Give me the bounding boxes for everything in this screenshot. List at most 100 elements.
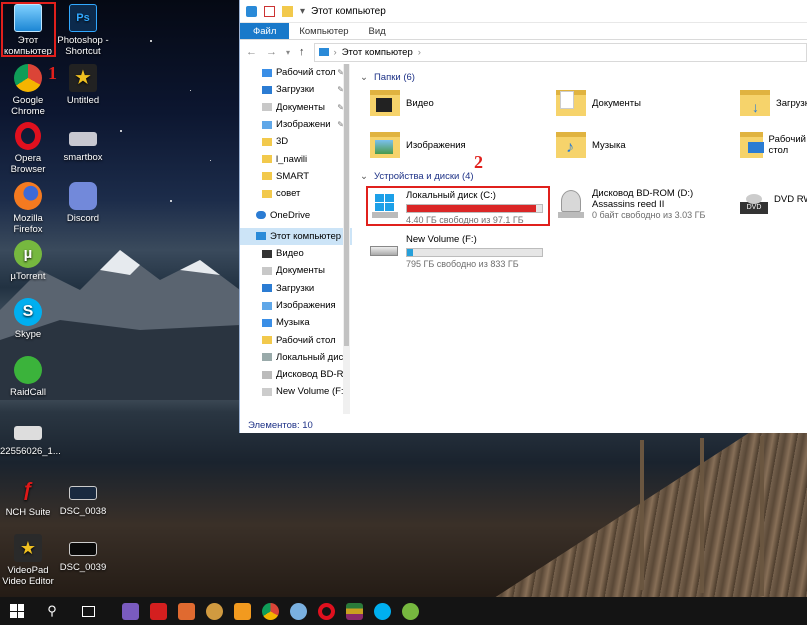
desktop-icon-label: Photoshop - Shortcut	[57, 35, 109, 57]
desktop-icon-videopad[interactable]: ★ VideoPad Video Editor	[0, 534, 56, 587]
forward-arrow-icon[interactable]: →	[266, 46, 277, 58]
desktop-icon-nch-suite[interactable]: ƒ NCH Suite	[0, 476, 56, 518]
pictures-folder-icon	[262, 301, 272, 310]
drive-c[interactable]: Локальный диск (C:) 4.40 ГБ свободно из …	[366, 186, 550, 226]
nav-item-new-volume[interactable]: New Volume (F:)	[240, 383, 352, 400]
drive-name: Локальный диск (C:)	[406, 190, 496, 201]
nav-item-desktop[interactable]: Рабочий стол ✎	[240, 64, 352, 81]
up-arrow-icon[interactable]: ↑	[299, 46, 305, 58]
drive-free-space: 0 байт свободно из 3.03 ГБ	[592, 210, 706, 220]
nav-item-onedrive[interactable]: OneDrive	[240, 206, 352, 223]
file-explorer-window: ▾ Этот компьютер Файл Компьютер Вид ← → …	[239, 0, 807, 433]
start-button[interactable]	[0, 597, 34, 625]
taskbar-app-4[interactable]	[200, 597, 228, 625]
nav-label: l_nawili	[276, 153, 308, 165]
content-pane: ⌄ Папки (6) Видео Документы ↓ Загрузки И…	[354, 64, 807, 417]
desktop-icon-skype[interactable]: S Skype	[0, 298, 56, 340]
desktop-icon-opera[interactable]: Opera Browser	[0, 122, 56, 175]
nav-item-pc-pictures[interactable]: Изображения	[240, 297, 352, 314]
nav-item-sovet[interactable]: совет	[240, 185, 352, 202]
folder-videos[interactable]: Видео	[370, 90, 434, 116]
desktop-icon-dsc-0038[interactable]: DSC_0038	[55, 480, 111, 517]
search-button[interactable]: ⚲	[34, 597, 70, 625]
nav-scrollbar-thumb[interactable]	[344, 64, 349, 346]
nav-item-smart[interactable]: SMART	[240, 168, 352, 185]
nav-label: Документы	[276, 101, 325, 113]
taskbar-utorrent[interactable]	[396, 597, 424, 625]
nav-item-local-disk[interactable]: Локальный дис	[240, 349, 352, 366]
breadcrumb-this-pc[interactable]: Этот компьютер	[342, 47, 413, 58]
utorrent-icon	[401, 602, 419, 620]
desktop-icon-dsc-0039[interactable]: DSC_0039	[55, 536, 111, 573]
tab-file[interactable]: Файл	[240, 23, 290, 39]
nav-item-3d[interactable]: 3D	[240, 133, 352, 150]
desktop-icon-photoshop[interactable]: Ps Photoshop - Shortcut	[55, 4, 111, 57]
taskbar-opera[interactable]	[312, 597, 340, 625]
properties-icon[interactable]	[264, 5, 275, 17]
taskbar-app-9[interactable]	[340, 597, 368, 625]
folder-pictures[interactable]: Изображения	[370, 132, 466, 158]
new-folder-icon[interactable]	[282, 5, 293, 17]
nav-item-pc-documents[interactable]: Документы	[240, 262, 352, 279]
skype-icon	[373, 602, 391, 620]
devices-section-header[interactable]: ⌄ Устройства и диски (4)	[360, 171, 474, 182]
nav-item-pc-desktop[interactable]: Рабочий стол	[240, 331, 352, 348]
chevron-down-icon: ⌄	[360, 72, 368, 83]
nav-item-pictures[interactable]: Изображени ✎	[240, 116, 352, 133]
nav-label: Документы	[276, 265, 325, 277]
search-icon: ⚲	[47, 603, 57, 618]
chrome-icon	[14, 64, 42, 92]
documents-folder-icon	[556, 90, 586, 116]
desktop-icon-image-file[interactable]: 22556026_1...	[0, 420, 61, 457]
folder-music[interactable]: ♪ Музыка	[556, 132, 626, 158]
desktop-icon-utorrent[interactable]: µ µTorrent	[0, 240, 56, 282]
disc-drive-icon	[262, 370, 272, 379]
drive-free-space: 4.40 ГБ свободно из 97.1 ГБ	[406, 215, 524, 225]
nav-label: Загрузки	[276, 84, 315, 96]
address-bar[interactable]: › Этот компьютер ›	[313, 42, 807, 62]
tab-computer[interactable]: Компьютер	[289, 23, 358, 39]
nav-item-this-pc[interactable]: Этот компьютер	[240, 227, 352, 245]
task-view-button[interactable]	[70, 597, 106, 625]
desktop-icon-discord[interactable]: Discord	[55, 182, 111, 224]
taskbar-app-5[interactable]	[228, 597, 256, 625]
paint-icon	[289, 602, 307, 620]
nav-item-l-nawili[interactable]: l_nawili	[240, 150, 352, 167]
folders-section-header[interactable]: ⌄ Папки (6)	[360, 72, 415, 83]
nav-item-music[interactable]: Музыка	[240, 314, 352, 331]
nav-label: Рабочий стол	[276, 67, 336, 79]
desktop-icon-firefox[interactable]: Mozilla Firefox	[0, 182, 56, 235]
drive-d[interactable]: Дисковод BD-ROM (D:) Assassins reed II 0…	[556, 188, 726, 220]
nav-item-videos[interactable]: Видео	[240, 245, 352, 262]
taskbar-skype[interactable]	[368, 597, 396, 625]
folder-documents[interactable]: Документы	[556, 90, 641, 116]
taskbar-chrome[interactable]	[256, 597, 284, 625]
tab-view[interactable]: Вид	[359, 23, 396, 39]
recent-dropdown-icon[interactable]: ▾	[286, 48, 290, 57]
nav-item-bd-rom[interactable]: Дисковод BD-R	[240, 366, 352, 383]
desktop-icon-chrome[interactable]: Google Chrome	[0, 64, 56, 117]
desktop-icon-untitled[interactable]: ★ Untitled	[55, 64, 111, 106]
nav-scrollbar[interactable]	[343, 64, 350, 414]
video-folder-icon	[262, 249, 272, 258]
desktop-icon-raidcall[interactable]: RaidCall	[0, 356, 56, 398]
taskbar-app-7[interactable]	[284, 597, 312, 625]
visual-studio-icon	[121, 602, 139, 620]
drive-name: New Volume (F:)	[406, 234, 477, 245]
nav-item-documents[interactable]: Документы ✎	[240, 99, 352, 116]
discord-icon	[69, 182, 97, 210]
quick-access-dropdown-icon[interactable]: ▾	[300, 6, 305, 17]
smartbox-icon	[69, 132, 97, 146]
nav-item-downloads[interactable]: Загрузки ✎	[240, 81, 352, 98]
taskbar-visual-studio[interactable]	[116, 597, 144, 625]
taskbar-acrobat[interactable]	[144, 597, 172, 625]
desktop-icon-smartbox[interactable]: smartbox	[55, 126, 111, 163]
folder-downloads[interactable]: ↓ Загрузки	[740, 90, 807, 116]
nav-item-pc-downloads[interactable]: Загрузки	[240, 280, 352, 297]
drive-dvd-rw[interactable]: DVD DVD RW	[738, 194, 807, 214]
folder-desktop[interactable]: Рабочий стол	[740, 132, 807, 158]
nav-label: OneDrive	[270, 209, 311, 221]
taskbar-app-3[interactable]	[172, 597, 200, 625]
drive-f[interactable]: New Volume (F:) 795 ГБ свободно из 833 Г…	[368, 234, 568, 269]
back-arrow-icon[interactable]: ←	[246, 46, 257, 58]
